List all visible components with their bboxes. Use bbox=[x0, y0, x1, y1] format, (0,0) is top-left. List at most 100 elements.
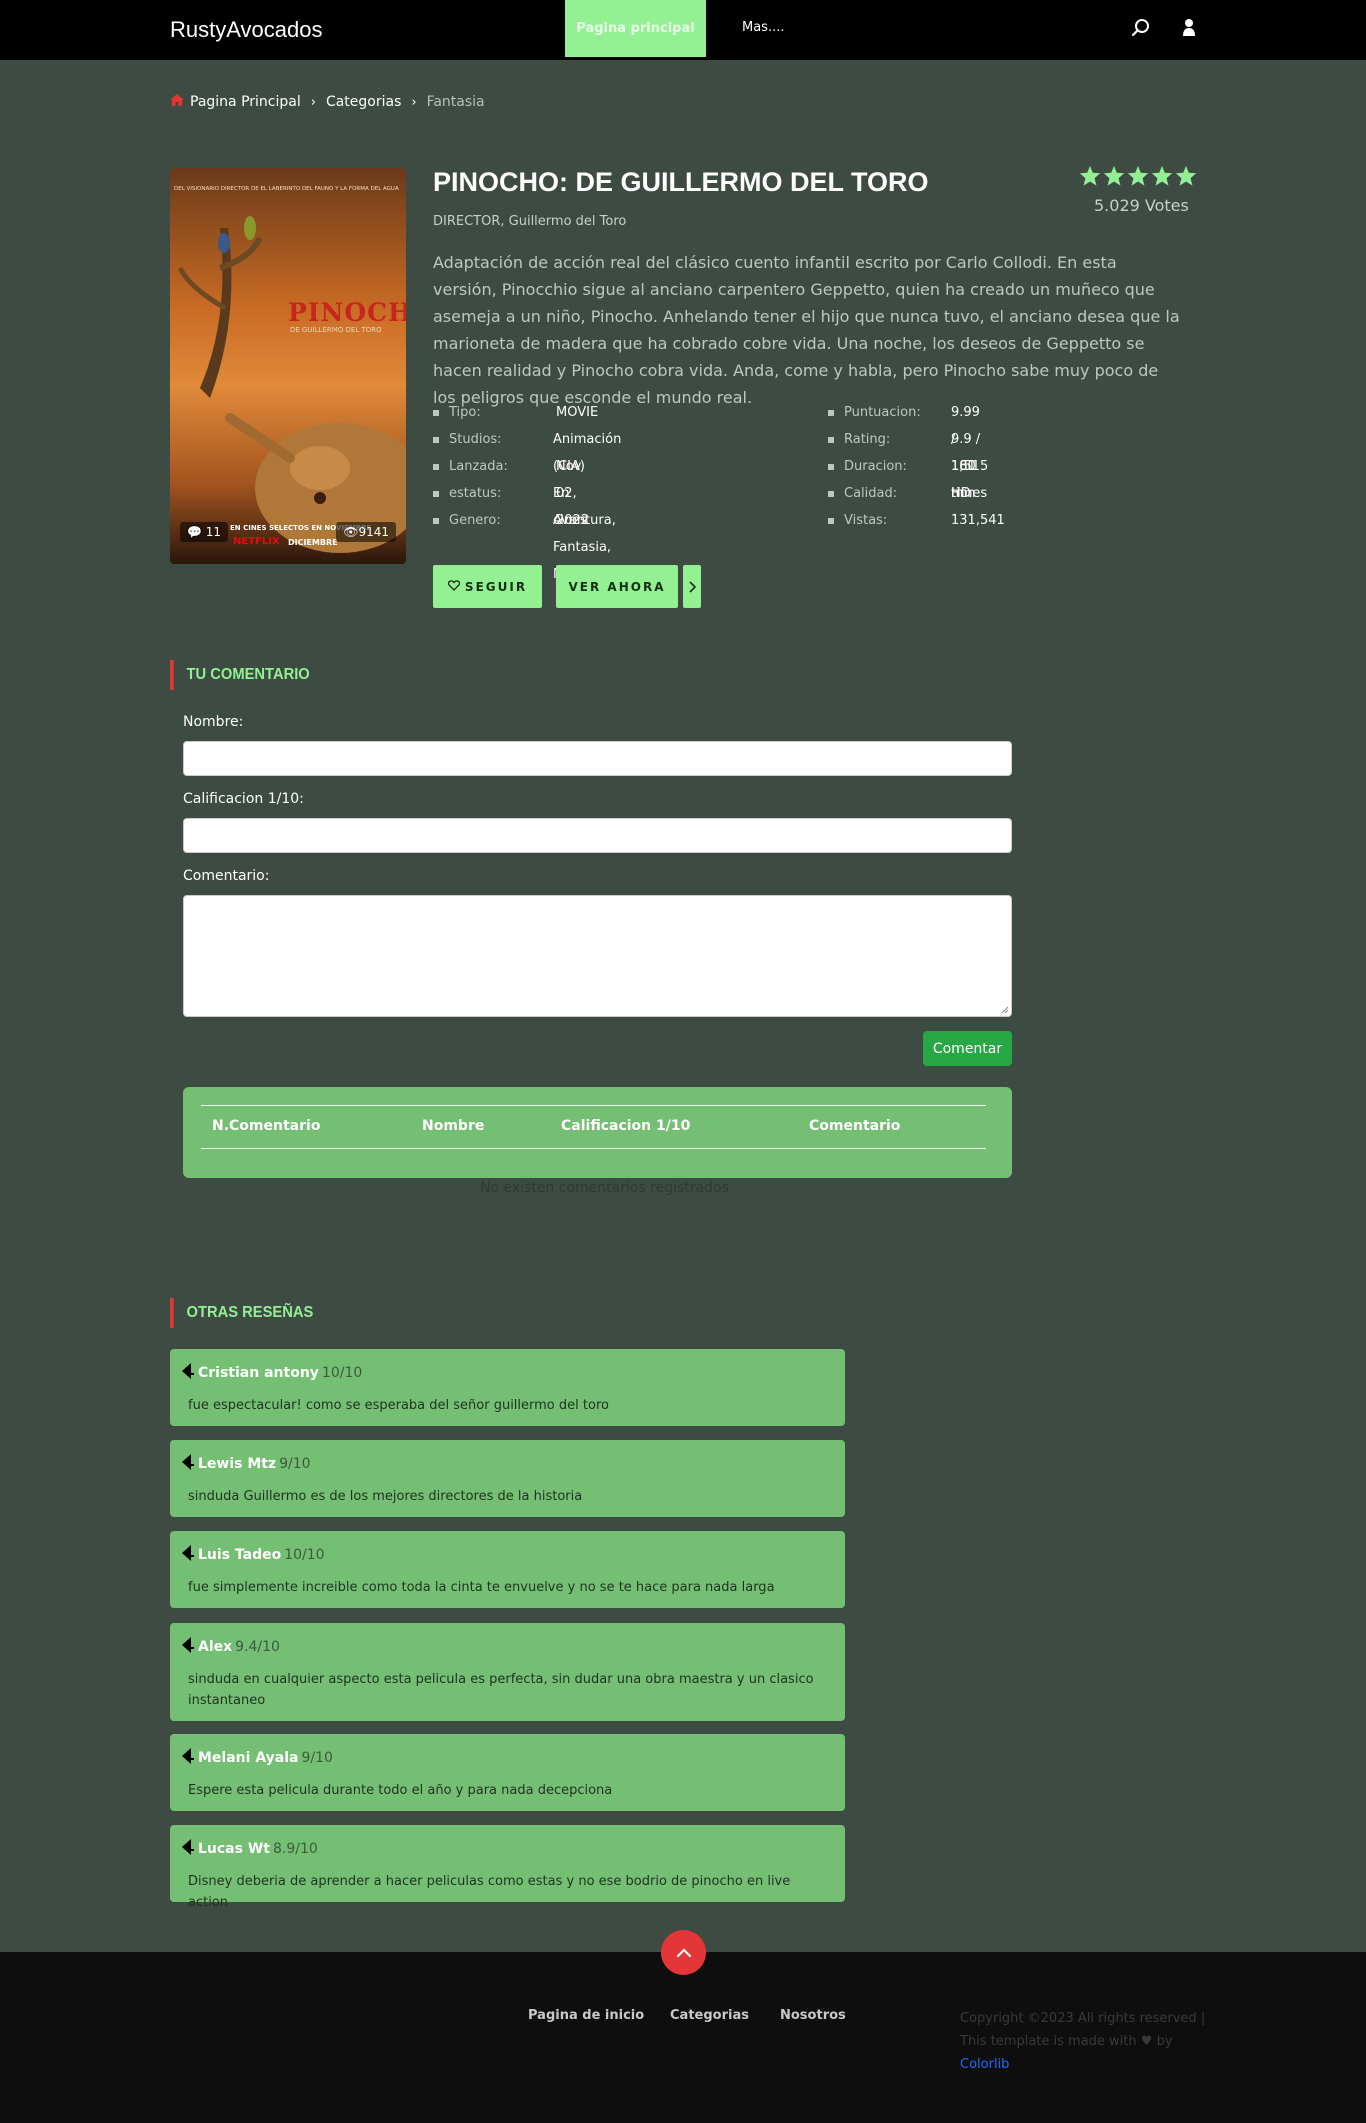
movie-poster: DEL VISIONARIO DIRECTOR DE EL LABERINTO … bbox=[170, 168, 406, 564]
breadcrumb-current: Fantasia bbox=[426, 94, 485, 110]
chevron-up-icon bbox=[676, 1943, 692, 1962]
comments-icon: 💬 bbox=[187, 525, 202, 539]
info-key: Rating: bbox=[844, 432, 891, 447]
movie-description: Adaptación de acción real del clásico cu… bbox=[433, 253, 1180, 407]
poster-artwork bbox=[177, 216, 406, 553]
comment-section-title: TU COMENTARIO bbox=[170, 660, 310, 690]
info-key: Vistas: bbox=[844, 513, 888, 528]
footer-link-about[interactable]: Nosotros bbox=[780, 2008, 846, 2023]
info-list-left: Tipo: MOVIE Studios: Animación (CIA) Lanza… bbox=[433, 399, 621, 582]
review-text: fue espectacular! como se esperaba del s… bbox=[188, 1398, 609, 1413]
chevron-right-icon[interactable] bbox=[683, 565, 701, 608]
vote-count: 5.029 Votes bbox=[1094, 196, 1189, 215]
reviewer-name: Cristian antony bbox=[198, 1365, 319, 1381]
info-row-quality: Calidad: HD bbox=[828, 480, 971, 507]
reviewer-name: Lewis Mtz bbox=[198, 1456, 277, 1472]
name-label: Nombre: bbox=[183, 714, 244, 730]
info-row-rating: Rating: 9.9 / 161 times bbox=[828, 426, 987, 501]
column-header: N.Comentario bbox=[212, 1118, 321, 1134]
review-text: Espere esta pelicula durante todo el año… bbox=[188, 1783, 613, 1798]
info-row-release: Lanzada: Nov 02, 2022 bbox=[433, 453, 589, 528]
star-rating bbox=[1079, 165, 1197, 187]
poster-network: NETFLIX bbox=[233, 536, 280, 547]
comment-label: Comentario: bbox=[183, 868, 270, 884]
nav-more-link[interactable]: Mas.... bbox=[742, 20, 785, 35]
reviewer-name: Luis Tadeo bbox=[198, 1547, 282, 1563]
movie-director: DIRECTOR, Guillermo del Toro bbox=[433, 214, 627, 229]
caret-left-icon bbox=[182, 1454, 191, 1470]
review-card: Alex 9.4/10 sinduda en cualquier aspecto … bbox=[170, 1623, 845, 1721]
heart-icon: ♥ bbox=[1140, 2034, 1153, 2049]
breadcrumb-categories[interactable]: Categorias bbox=[326, 94, 401, 110]
scroll-top-button[interactable] bbox=[661, 1930, 706, 1975]
name-input[interactable] bbox=[183, 741, 1012, 776]
review-card: Lucas Wt 8.9/10 Disney deberia de aprende… bbox=[170, 1825, 845, 1910]
page-footer: Pagina de inicio Categorias Nosotros Cop… bbox=[0, 1952, 1366, 2123]
empty-comments-message: No existen comentarios registrados bbox=[480, 1180, 729, 1196]
user-icon[interactable] bbox=[1182, 18, 1196, 42]
info-row-studios: Studios: Animación (CIA) bbox=[433, 426, 621, 474]
info-key: Puntuacion: bbox=[844, 405, 921, 420]
search-icon[interactable] bbox=[1131, 18, 1151, 42]
heart-icon bbox=[447, 579, 461, 594]
comment-textarea[interactable] bbox=[183, 895, 1012, 1017]
home-icon bbox=[170, 94, 184, 110]
view-count: 9141 bbox=[358, 525, 389, 539]
star-icon bbox=[1151, 165, 1173, 186]
review-text: sinduda en cualquier aspecto esta pelicu… bbox=[188, 1672, 814, 1708]
info-list-right: Puntuacion: 9.99 / 1,515 Rating: 9.9 / 161… bbox=[828, 399, 1005, 534]
info-key: Calidad: bbox=[844, 486, 898, 501]
reviewer-name: Lucas Wt bbox=[198, 1841, 270, 1857]
rating-input[interactable] bbox=[183, 818, 1012, 853]
poster-release-month: DICIEMBRE bbox=[288, 538, 338, 547]
site-logo[interactable]: RustyAvocados bbox=[170, 17, 322, 43]
footer-link-categories[interactable]: Categorias bbox=[670, 2008, 749, 2023]
copyright-text: Copyright ©2023 All rights reserved | Th… bbox=[960, 2007, 1220, 2076]
info-row-score: Puntuacion: 9.99 / 1,515 bbox=[828, 399, 988, 474]
review-text: fue simplemente increible como toda la c… bbox=[188, 1580, 775, 1595]
breadcrumb-home[interactable]: Pagina Principal bbox=[190, 94, 301, 110]
caret-left-icon bbox=[182, 1637, 191, 1653]
star-icon bbox=[1079, 165, 1101, 186]
review-text: Disney deberia de aprender a hacer pelic… bbox=[188, 1874, 791, 1910]
review-score: 10/10 bbox=[284, 1547, 325, 1563]
review-card: Cristian antony 10/10 fue espectacular! c… bbox=[170, 1349, 845, 1426]
chevron-right-icon: › bbox=[310, 94, 316, 110]
caret-left-icon bbox=[182, 1748, 191, 1764]
follow-button-label: SEGUIR bbox=[464, 579, 528, 594]
star-icon bbox=[1175, 165, 1197, 186]
info-row-duration: Duracion: 180 min bbox=[828, 453, 976, 501]
info-value: MOVIE bbox=[556, 405, 599, 420]
info-row-status: estatus: En cines bbox=[433, 480, 587, 528]
footer-link-home[interactable]: Pagina de inicio bbox=[528, 2008, 644, 2023]
info-key: estatus: bbox=[449, 486, 502, 501]
review-card: Melani Ayala 9/10 Espere esta pelicula du… bbox=[170, 1734, 845, 1811]
reviewer-name: Alex bbox=[198, 1639, 233, 1655]
review-score: 10/10 bbox=[321, 1365, 363, 1381]
colorlib-link[interactable]: Colorlib bbox=[960, 2057, 1009, 2072]
watch-now-button[interactable]: VER AHORA bbox=[556, 565, 678, 608]
view-count-badge: 👁9141 bbox=[336, 522, 396, 542]
caret-left-icon bbox=[182, 1545, 191, 1561]
info-key: Tipo: bbox=[449, 405, 481, 420]
column-header: Calificacion 1/10 bbox=[561, 1118, 691, 1134]
resize-handle-icon[interactable] bbox=[1001, 1006, 1009, 1014]
movie-title: PINOCHO: DE GUILLERMO DEL TORO bbox=[433, 167, 929, 197]
review-score: 8.9/10 bbox=[272, 1841, 318, 1857]
review-text: sinduda Guillermo es de los mejores dire… bbox=[188, 1489, 583, 1504]
info-value: HD bbox=[951, 486, 971, 501]
column-header: Comentario bbox=[809, 1118, 901, 1134]
follow-button[interactable]: SEGUIR bbox=[433, 565, 542, 608]
info-key: Duracion: bbox=[844, 459, 907, 474]
rating-label: Calificacion 1/10: bbox=[183, 791, 304, 807]
review-score: 9.4/10 bbox=[235, 1639, 280, 1655]
nav-home-button[interactable]: Pagina principal bbox=[565, 0, 706, 57]
poster-title: PINOCHO bbox=[288, 298, 406, 327]
reviewer-name: Melani Ayala bbox=[198, 1750, 299, 1766]
review-score: 9/10 bbox=[279, 1456, 311, 1472]
caret-left-icon bbox=[182, 1839, 191, 1855]
eye-icon: 👁 bbox=[343, 525, 359, 539]
star-icon bbox=[1127, 165, 1149, 186]
review-card: Luis Tadeo 10/10 fue simplemente increibl… bbox=[170, 1531, 845, 1608]
submit-comment-button[interactable]: Comentar bbox=[923, 1031, 1012, 1066]
